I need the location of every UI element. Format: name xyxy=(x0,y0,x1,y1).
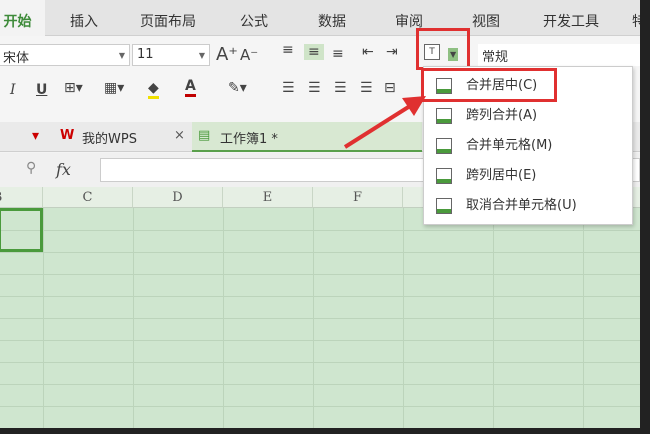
tab-data[interactable]: 数据 xyxy=(318,11,346,31)
tab-developer[interactable]: 开发工具 xyxy=(543,11,599,31)
align-center-icon[interactable]: ☰ xyxy=(308,80,321,96)
tab-insert[interactable]: 插入 xyxy=(70,11,98,31)
decrease-font-icon[interactable]: A⁻ xyxy=(240,46,258,64)
tab-formulas[interactable]: 公式 xyxy=(240,11,268,31)
center-across-icon xyxy=(436,168,452,184)
font-name-value: 宋体 xyxy=(3,51,30,66)
number-format-select[interactable]: 常规 xyxy=(478,44,640,66)
column-header-b[interactable]: B xyxy=(0,187,43,208)
menu-item-label: 取消合并单元格(U) xyxy=(466,198,577,213)
zoom-search-icon[interactable]: ⚲ xyxy=(26,160,36,176)
pin-icon[interactable]: ▾ xyxy=(32,128,39,144)
function-icon[interactable]: fx xyxy=(56,160,71,179)
tab-special[interactable]: 特 xyxy=(632,11,640,31)
menu-item-label: 跨列居中(E) xyxy=(466,168,537,183)
menu-item-unmerge[interactable]: 取消合并单元格(U) xyxy=(424,191,634,221)
align-middle-icon[interactable]: ≡ xyxy=(304,44,324,60)
wps-spreadsheet-window: 开始 插入 页面布局 公式 数据 审阅 视图 开发工具 特 宋体 ▼ 11 ▼ A⁺… xyxy=(0,0,640,428)
cell-style-icon[interactable]: ▦▾ xyxy=(104,80,124,96)
font-size-select[interactable]: 11 ▼ xyxy=(132,44,210,66)
tab-page-layout[interactable]: 页面布局 xyxy=(140,11,196,31)
number-format-value: 常规 xyxy=(482,50,509,65)
menu-item-merge-across[interactable]: 跨列合并(A) xyxy=(424,101,634,131)
menu-item-label: 跨列合并(A) xyxy=(466,108,538,123)
merge-button-highlight xyxy=(416,28,470,70)
menu-item-label: 合并单元格(M) xyxy=(466,138,553,153)
column-header-e[interactable]: E xyxy=(223,187,313,208)
underline-icon[interactable]: U xyxy=(36,82,47,98)
merge-cells-icon xyxy=(436,138,452,154)
align-left-icon[interactable]: ☰ xyxy=(282,80,295,96)
font-color-icon[interactable]: A xyxy=(185,78,196,97)
tab-view[interactable]: 视图 xyxy=(472,11,500,31)
sheet-file-icon: ▤ xyxy=(198,128,211,143)
ribbon-tabs: 开始 插入 页面布局 公式 数据 审阅 视图 开发工具 特 xyxy=(0,0,640,37)
my-wps-tab[interactable]: 我的WPS xyxy=(82,128,137,147)
align-top-icon[interactable]: ≡ xyxy=(282,42,294,58)
unmerge-icon xyxy=(436,198,452,214)
menu-item-center-across[interactable]: 跨列居中(E) xyxy=(424,161,634,191)
column-header-f[interactable]: F xyxy=(313,187,403,208)
align-bottom-icon[interactable]: ≡ xyxy=(332,46,344,62)
borders-icon[interactable]: ⊞▾ xyxy=(64,80,83,96)
wps-logo-icon: W xyxy=(60,128,75,143)
close-tab-icon[interactable]: × xyxy=(174,128,185,143)
increase-indent-icon[interactable]: ⇥ xyxy=(386,44,398,60)
italic-icon[interactable]: I xyxy=(10,82,16,98)
workbook-tab-label: 工作簿1 * xyxy=(220,132,278,147)
merge-center-highlight xyxy=(421,68,557,102)
decrease-indent-icon[interactable]: ⇤ xyxy=(362,44,374,60)
merge-across-icon xyxy=(436,108,452,124)
menu-item-merge-cells[interactable]: 合并单元格(M) xyxy=(424,131,634,161)
font-size-value: 11 xyxy=(137,47,154,62)
tab-home[interactable]: 开始 xyxy=(0,0,45,37)
column-header-d[interactable]: D xyxy=(133,187,223,208)
fill-color-icon[interactable]: ◆ xyxy=(148,80,159,99)
selected-cell[interactable] xyxy=(0,208,43,252)
column-header-c[interactable]: C xyxy=(43,187,133,208)
clear-format-icon[interactable]: ✎▾ xyxy=(228,80,247,96)
red-arrow-annotation xyxy=(343,96,426,149)
increase-font-icon[interactable]: A⁺ xyxy=(216,44,238,65)
font-name-select[interactable]: 宋体 ▼ xyxy=(0,44,130,66)
